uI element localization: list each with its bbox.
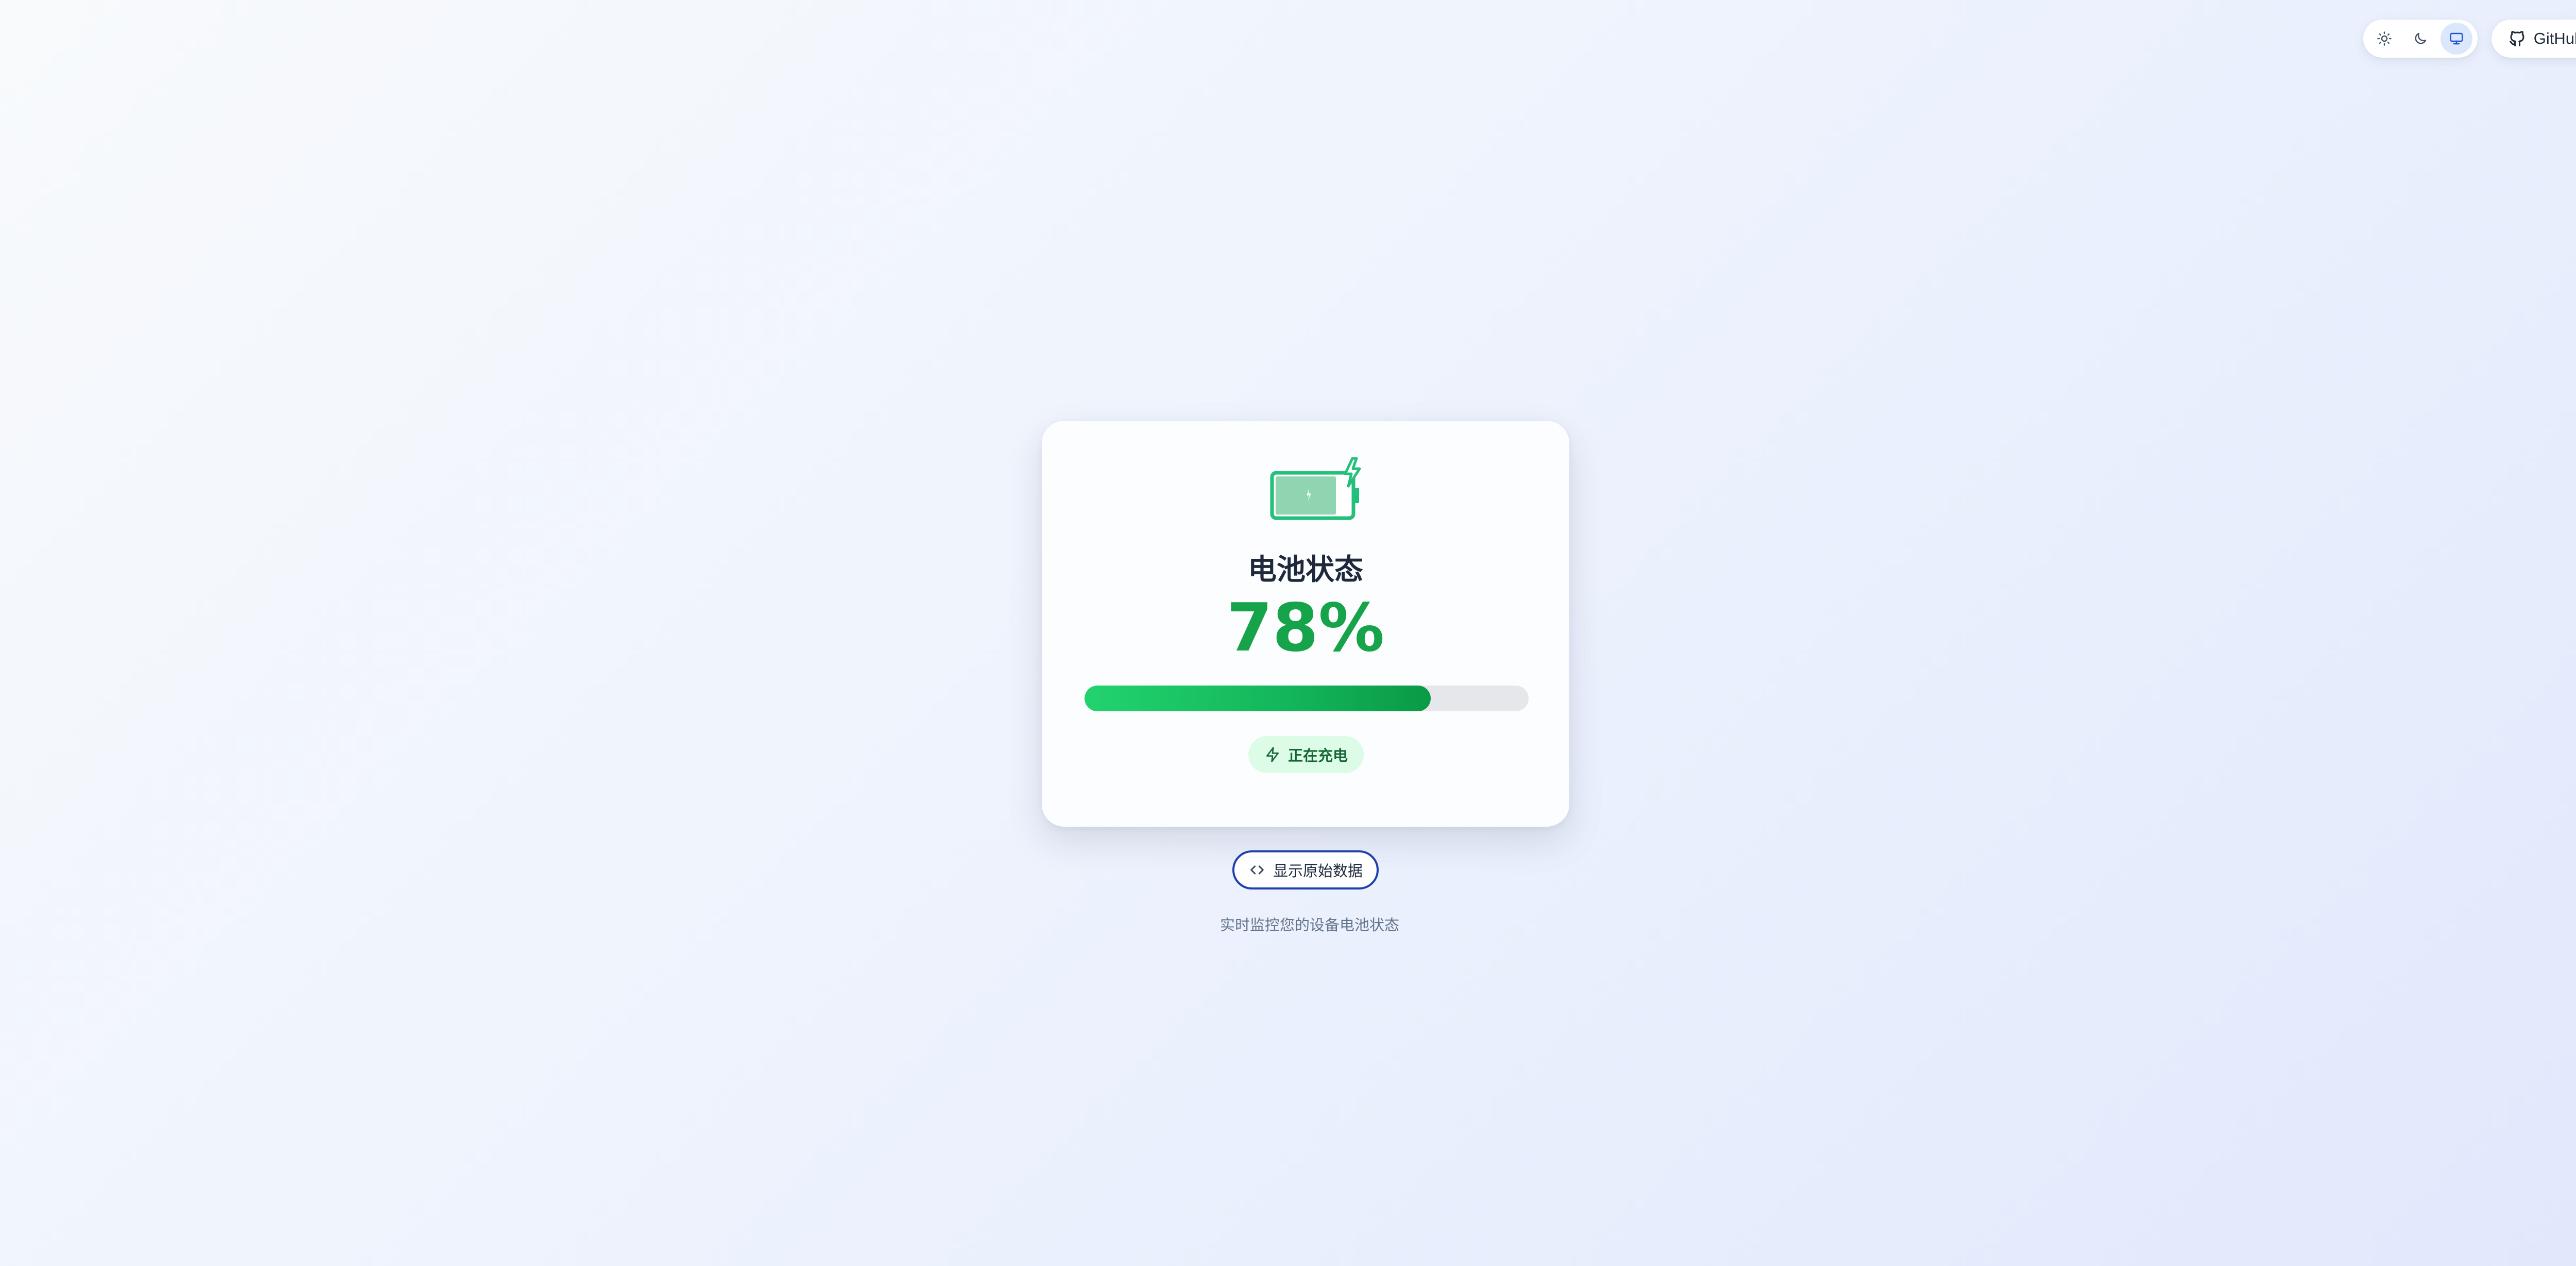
charging-status-label: 正在充电 bbox=[1287, 747, 1348, 764]
lightning-icon bbox=[1266, 747, 1279, 762]
footer-description: 实时监控您的设备电池状态 bbox=[1219, 916, 1399, 934]
github-label: GitHub bbox=[2533, 29, 2576, 47]
theme-switcher bbox=[2363, 20, 2478, 58]
monitor-icon bbox=[2450, 32, 2463, 45]
battery-progress-bar bbox=[1084, 686, 1529, 711]
charging-status-badge: 正在充电 bbox=[1248, 736, 1364, 773]
system-theme-button[interactable] bbox=[2441, 23, 2472, 55]
battery-card: 电池状态 78% 正在充电 bbox=[1042, 421, 1569, 827]
show-raw-data-button[interactable]: 显示原始数据 bbox=[1232, 850, 1379, 889]
show-raw-data-label: 显示原始数据 bbox=[1273, 862, 1363, 880]
battery-progress-fill bbox=[1084, 686, 1431, 711]
dark-theme-button[interactable] bbox=[2404, 23, 2436, 55]
light-theme-button[interactable] bbox=[2368, 23, 2400, 55]
sun-icon bbox=[2377, 31, 2392, 46]
battery-charging-icon bbox=[1270, 457, 1361, 520]
github-link[interactable]: GitHub bbox=[2492, 20, 2576, 58]
github-icon bbox=[2509, 31, 2524, 46]
code-icon bbox=[1250, 865, 1264, 875]
moon-icon bbox=[2415, 32, 2427, 44]
battery-percent: 78% bbox=[1226, 590, 1385, 666]
card-title: 电池状态 bbox=[1248, 553, 1363, 587]
